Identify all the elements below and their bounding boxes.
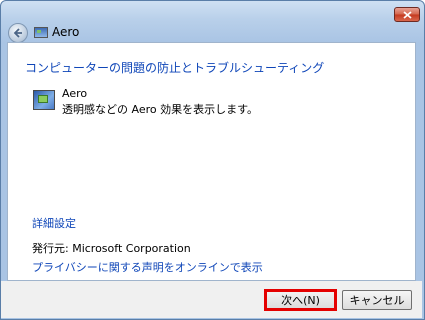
publisher-text: 発行元: Microsoft Corporation (32, 242, 191, 255)
feature-name: Aero (62, 87, 88, 100)
feature-description: 透明感などの Aero 効果を表示します。 (62, 103, 259, 116)
window-title: Aero (52, 25, 80, 39)
troubleshooter-icon (34, 27, 48, 38)
next-button[interactable]: 次へ(N) (264, 289, 337, 311)
aero-feature-icon (33, 90, 55, 110)
advanced-settings-link[interactable]: 詳細設定 (32, 215, 76, 231)
page-heading: コンピューターの問題の防止とトラブルシューティング (25, 61, 325, 75)
close-icon (403, 11, 412, 19)
close-button[interactable] (394, 7, 420, 22)
back-button[interactable] (8, 23, 28, 43)
privacy-statement-link[interactable]: プライバシーに関する声明をオンラインで表示 (32, 259, 263, 275)
cancel-button[interactable]: キャンセル (342, 290, 412, 310)
back-arrow-icon (13, 28, 22, 38)
title-bar: Aero (1, 1, 424, 43)
